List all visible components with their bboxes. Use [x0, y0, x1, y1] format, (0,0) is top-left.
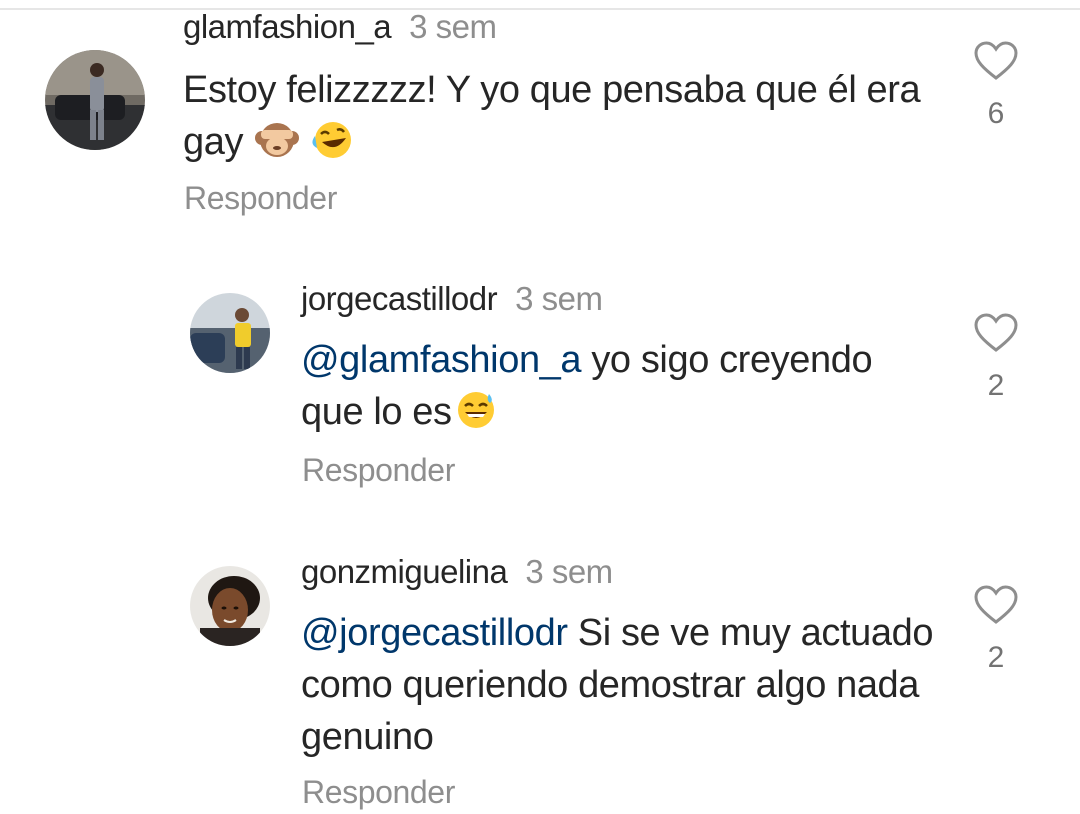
comment-text: @jorgecastillodr Si se ve muy actuado co… — [301, 607, 951, 763]
reply-button[interactable]: Responder — [302, 452, 455, 489]
username[interactable]: glamfashion_a — [183, 8, 392, 45]
comment-text: Estoy felizzzzz! Y yo que pensaba que él… — [183, 64, 923, 174]
username[interactable]: jorgecastillodr — [301, 280, 498, 317]
like-button[interactable]: 2 — [970, 312, 1022, 403]
heart-icon — [974, 585, 1018, 624]
rolling-laughing-icon — [311, 120, 355, 174]
see-no-evil-monkey-icon — [255, 120, 300, 174]
username[interactable]: gonzmiguelina — [301, 553, 508, 590]
avatar[interactable] — [190, 293, 270, 373]
top-divider — [0, 8, 1080, 10]
timestamp: 3 sem — [525, 553, 613, 590]
reply-button[interactable]: Responder — [184, 180, 337, 217]
mention-link[interactable]: @jorgecastillodr — [301, 612, 568, 654]
like-count: 2 — [987, 641, 1005, 674]
avatar[interactable] — [45, 50, 145, 150]
heart-icon — [974, 41, 1018, 80]
like-button[interactable]: 2 — [970, 584, 1022, 675]
comment-meta: jorgecastillodr 3 sem — [301, 280, 603, 318]
reply-button[interactable]: Responder — [302, 774, 455, 811]
heart-icon — [974, 313, 1018, 352]
mention-link[interactable]: @glamfashion_a — [301, 339, 582, 381]
timestamp: 3 sem — [409, 8, 497, 45]
comment-meta: gonzmiguelina 3 sem — [301, 553, 613, 591]
sweat-smile-icon — [454, 390, 498, 444]
comment-meta: glamfashion_a 3 sem — [183, 8, 497, 46]
comment-text: @glamfashion_a yo sigo creyendo que lo e… — [301, 334, 901, 444]
like-count: 6 — [987, 97, 1005, 130]
like-count: 2 — [987, 369, 1005, 402]
like-button[interactable]: 6 — [970, 40, 1022, 131]
avatar[interactable] — [190, 566, 270, 646]
timestamp: 3 sem — [515, 280, 603, 317]
